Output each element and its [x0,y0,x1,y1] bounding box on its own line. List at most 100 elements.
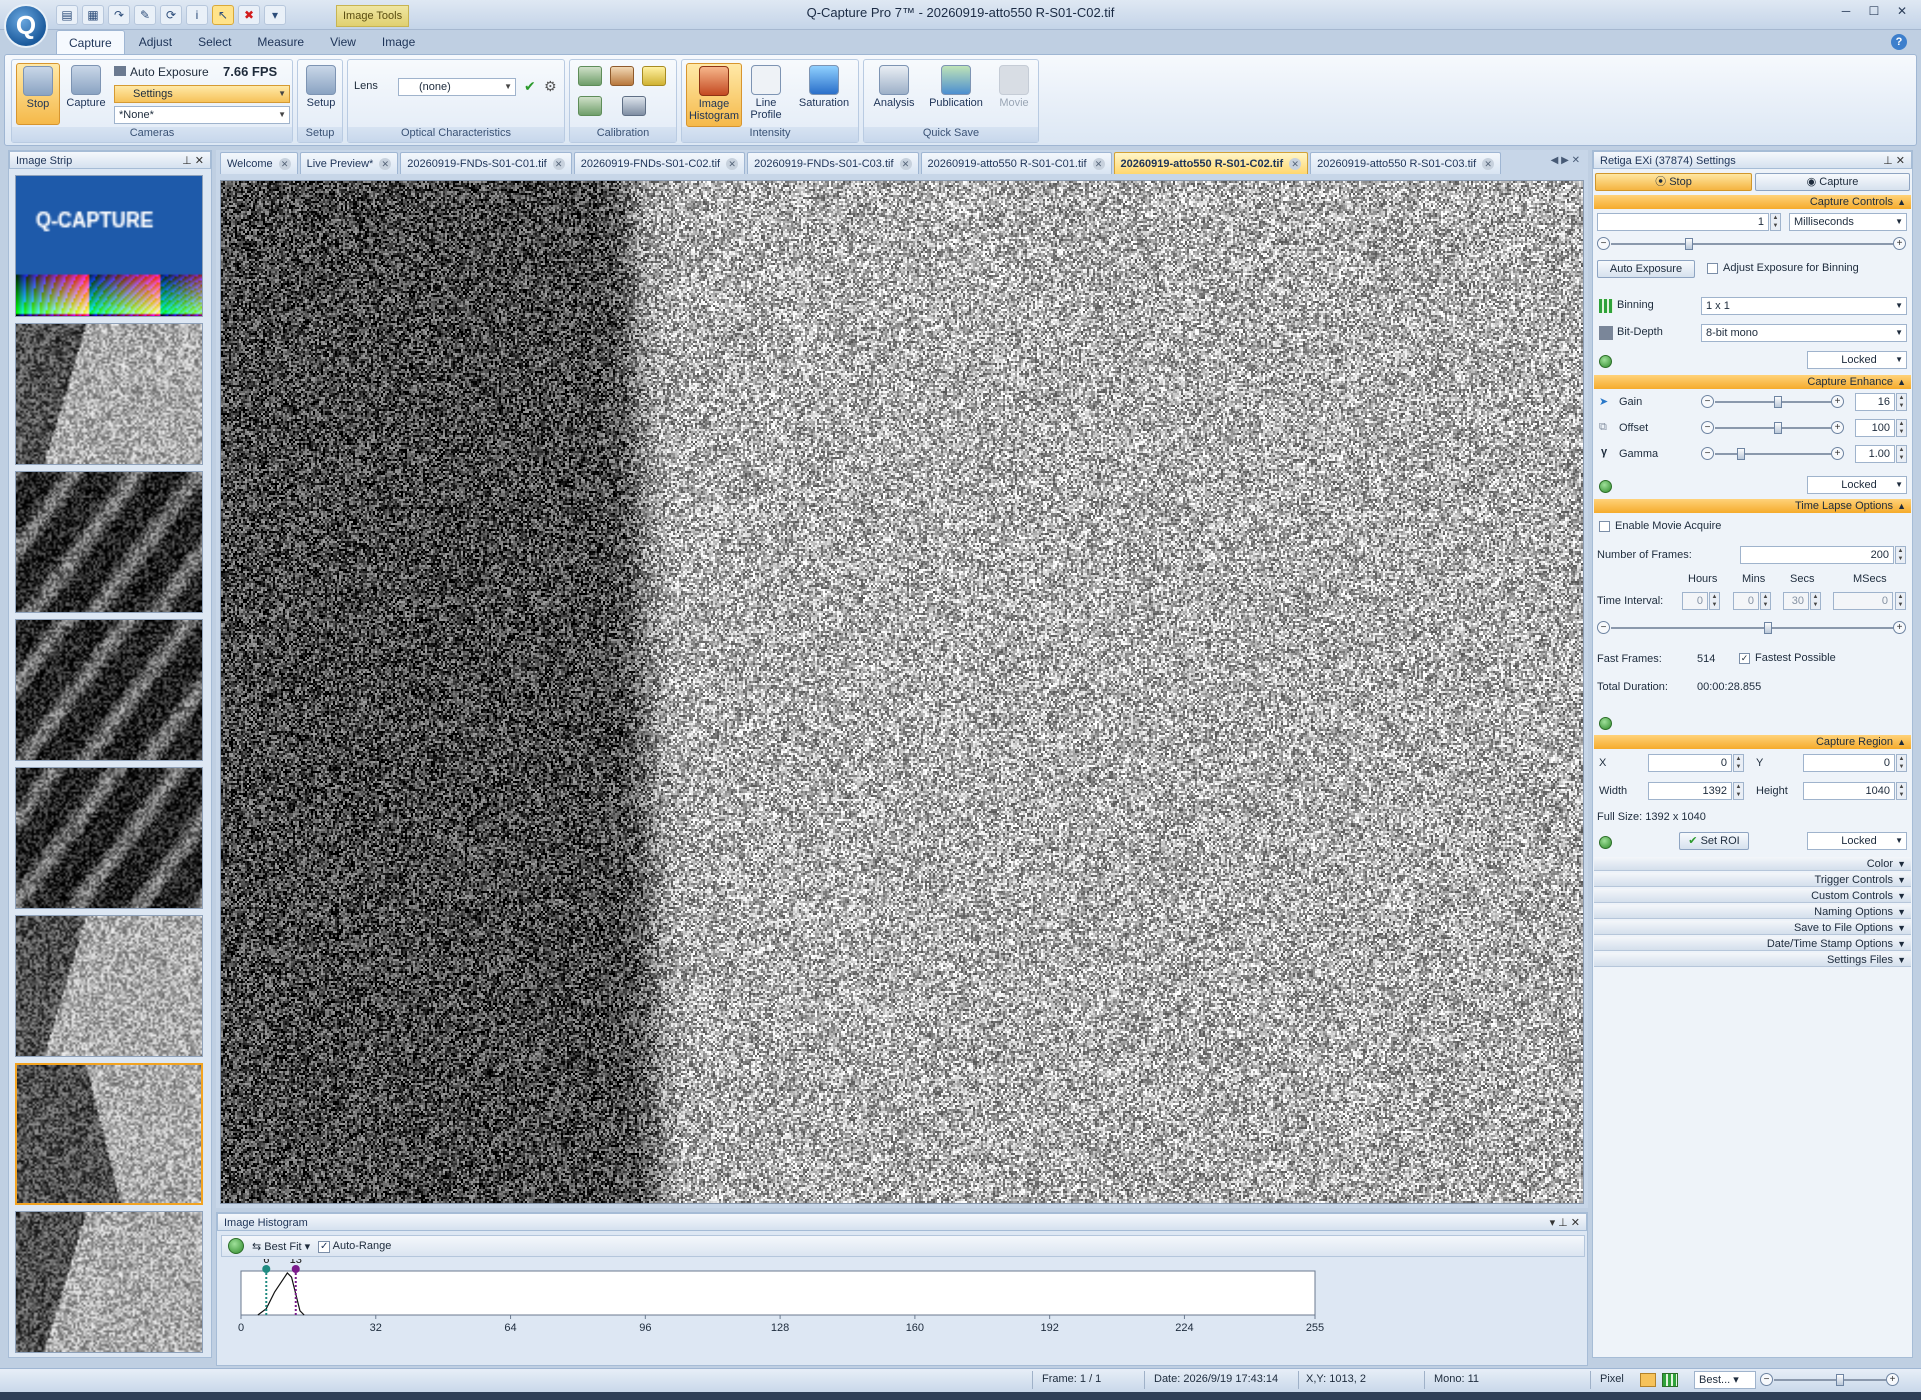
image-thumbnail[interactable] [15,767,203,909]
collapsed-section-settings-files[interactable]: Settings Files ▼ [1594,953,1911,967]
movie-button[interactable]: Movie [992,63,1036,125]
document-tab[interactable]: 20260919-atto550 R-S01-C02.tif ✕ [1114,152,1309,174]
auto-range-toggle[interactable]: ✓ Auto-Range [318,1240,391,1253]
interval-slider[interactable]: − + [1597,621,1907,635]
document-tab[interactable]: 20260919-FNDs-S01-C02.tif ✕ [574,152,745,174]
collapsed-section-naming-options[interactable]: Naming Options ▼ [1594,905,1911,919]
bit-depth-dropdown[interactable]: 8-bit mono ▼ [1701,324,1907,342]
interval-hours-input[interactable]: 0 [1682,592,1708,610]
close-tab-icon[interactable]: ✕ [553,158,565,170]
reset-icon[interactable] [1599,355,1612,368]
preset-dropdown[interactable]: *None* ▼ [114,106,290,124]
auto-exposure-button[interactable]: Auto Exposure [114,65,209,79]
increase-icon[interactable]: + [1831,447,1844,460]
histogram-chart[interactable]: 6 13 0 32 64 96 128 160 192 224 255 [221,1259,1585,1365]
analysis-button[interactable]: Analysis [868,63,920,125]
capture-tab[interactable]: ◉ Capture [1755,173,1910,191]
set-roi-button[interactable]: ✔ Set ROI [1679,832,1749,850]
slider-thumb[interactable] [1737,448,1745,460]
adjust-binning-checkbox[interactable] [1707,263,1718,274]
image-thumbnail[interactable] [15,471,203,613]
gamma-input[interactable]: 1.00 [1855,445,1895,463]
collapsed-section-trigger-controls[interactable]: Trigger Controls ▼ [1594,873,1911,887]
binning-dropdown[interactable]: 1 x 1 ▼ [1701,297,1907,315]
maximize-icon[interactable]: ☐ [1861,3,1887,21]
pin-close-icon[interactable]: ▾ ⊥ ✕ [1550,1214,1580,1232]
controls-lock-dropdown[interactable]: Locked ▼ [1807,351,1907,369]
stop-button[interactable]: Stop [16,63,60,125]
capture-controls-header[interactable]: Capture Controls ▲ [1594,195,1911,209]
document-tab[interactable]: Live Preview* ✕ [300,152,399,174]
slider-thumb[interactable] [1774,396,1782,408]
interval-secs-input[interactable]: 30 [1783,592,1809,610]
gear-icon[interactable]: ⚙ [544,78,557,95]
decrease-icon[interactable]: − [1597,237,1610,250]
decrease-icon[interactable]: − [1701,395,1714,408]
increase-icon[interactable]: + [1893,621,1906,634]
document-tab[interactable]: 20260919-FNDs-S01-C01.tif ✕ [400,152,571,174]
publication-button[interactable]: Publication [924,63,988,125]
increase-icon[interactable]: + [1831,395,1844,408]
interval-secs-spinner[interactable]: ▲ ▼ [1810,592,1821,610]
close-tab-icon[interactable]: ✕ [900,158,912,170]
reset-icon[interactable] [1599,717,1612,730]
line-profile-button[interactable]: Line Profile [746,63,786,125]
document-tab[interactable]: 20260919-FNDs-S01-C03.tif ✕ [747,152,918,174]
micrograph-image[interactable] [221,181,1584,1204]
height-input[interactable]: 1040 [1803,782,1895,800]
interval-msecs-spinner[interactable]: ▲ ▼ [1895,592,1906,610]
reset-icon[interactable] [1599,836,1612,849]
capture-button[interactable]: Capture [64,63,108,125]
document-tab[interactable]: 20260919-atto550 R-S01-C03.tif ✕ [1310,152,1501,174]
offset-slider[interactable]: − + [1701,421,1845,435]
decrease-icon[interactable]: − [1701,421,1714,434]
increase-icon[interactable]: + [1886,1373,1899,1386]
zoom-dropdown[interactable]: Best... ▾ [1694,1371,1756,1389]
interval-msecs-input[interactable]: 0 [1833,592,1893,610]
height-spinner[interactable]: ▲ ▼ [1896,782,1907,800]
collapsed-section-save-to-file-options[interactable]: Save to File Options ▼ [1594,921,1911,935]
offset-spinner[interactable]: ▲ ▼ [1896,419,1907,437]
x-input[interactable]: 0 [1648,754,1732,772]
grid-icon[interactable] [1662,1373,1678,1387]
pin-close-icon[interactable]: ⊥ ✕ [1883,152,1905,170]
app-menu-button[interactable]: Q [4,4,48,48]
collapsed-section-custom-controls[interactable]: Custom Controls ▼ [1594,889,1911,903]
reset-icon[interactable] [1599,480,1612,493]
interval-mins-spinner[interactable]: ▲ ▼ [1760,592,1771,610]
settings-dropdown[interactable]: Settings ▼ [114,85,290,103]
exposure-spinner[interactable]: ▲ ▼ [1770,213,1781,231]
decrease-icon[interactable]: − [1760,1373,1773,1386]
capture-enhance-header[interactable]: Capture Enhance ▲ [1594,375,1911,389]
close-tab-icon[interactable]: ✕ [726,158,738,170]
y-input[interactable]: 0 [1803,754,1895,772]
minimize-icon[interactable]: ─ [1833,3,1859,21]
offset-input[interactable]: 100 [1855,419,1895,437]
enhance-lock-dropdown[interactable]: Locked ▼ [1807,476,1907,494]
x-spinner[interactable]: ▲ ▼ [1733,754,1744,772]
image-view-icon[interactable] [1640,1373,1656,1387]
ribbon-tab-view[interactable]: View [318,30,368,54]
ribbon-tab-capture[interactable]: Capture [56,30,125,54]
calibration-refresh-icon[interactable] [578,96,602,116]
saturation-button[interactable]: Saturation [792,63,856,125]
image-thumbnail[interactable] [15,1063,203,1205]
calibration-settings-icon[interactable] [622,96,646,116]
slider-thumb[interactable] [1685,238,1693,250]
frames-spinner[interactable]: ▲ ▼ [1895,546,1906,564]
close-tab-icon[interactable]: ✕ [1093,158,1105,170]
image-histogram-button[interactable]: Image Histogram [686,63,742,127]
ribbon-tab-image[interactable]: Image [370,30,427,54]
close-tab-icon[interactable]: ✕ [279,158,291,170]
image-thumbnail[interactable] [15,619,203,761]
image-thumbnail[interactable] [15,175,203,317]
document-tab[interactable]: Welcome ✕ [220,152,298,174]
slider-thumb[interactable] [1764,622,1772,634]
exposure-input[interactable]: 1 [1597,213,1769,231]
lens-dropdown[interactable]: (none) ▼ [398,78,516,96]
frames-input[interactable]: 200 [1740,546,1894,564]
close-tab-icon[interactable]: ✕ [379,158,391,170]
ribbon-tab-select[interactable]: Select [186,30,243,54]
increase-icon[interactable]: + [1831,421,1844,434]
pin-close-icon[interactable]: ⊥ ✕ [182,152,204,170]
